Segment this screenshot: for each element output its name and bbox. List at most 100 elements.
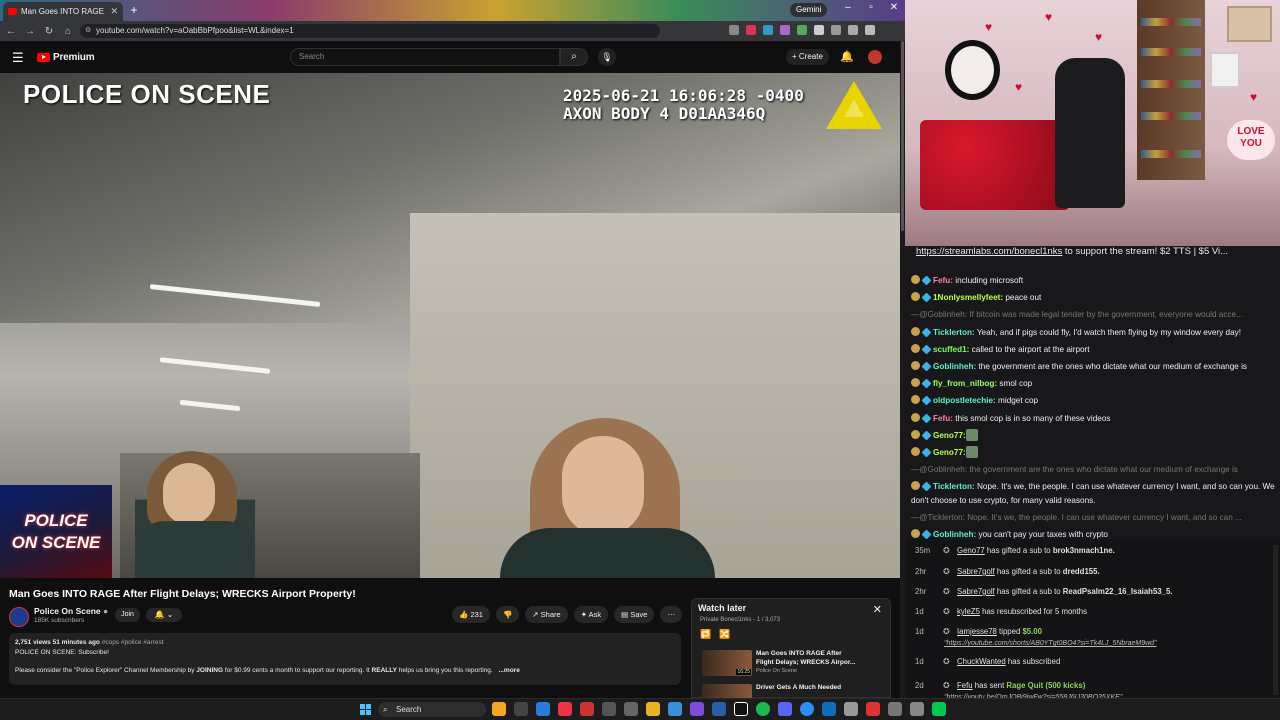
activity-user[interactable]: Sabre7golf [957, 567, 995, 576]
activity-scrollbar[interactable] [1273, 545, 1278, 695]
site-info-icon[interactable]: ⚙ [85, 24, 91, 38]
taskbar-app-icon[interactable] [822, 702, 836, 716]
channel-name[interactable]: Police On Scene ● [34, 606, 108, 616]
taskbar-search[interactable]: ⌕ Search [378, 702, 486, 717]
chat-username[interactable]: Fefu: [933, 276, 953, 285]
youtube-logo[interactable]: Premium [37, 52, 95, 63]
reload-icon[interactable]: ↻ [41, 26, 57, 37]
chrome-icon[interactable] [558, 702, 572, 716]
activity-user[interactable]: Fefu [957, 681, 973, 690]
discord-icon[interactable] [778, 702, 792, 716]
taskbar-app-icon[interactable] [844, 702, 858, 716]
activity-user[interactable]: Iamjesse78 [957, 627, 997, 636]
activity-user[interactable]: kyleZ5 [957, 607, 980, 616]
chat-username[interactable]: Fefu: [933, 414, 953, 423]
chat-username[interactable]: Geno77: [933, 448, 966, 457]
video-player[interactable]: POLICE ON SCENE 2025-06-21 16:06:28 -040… [0, 73, 900, 578]
task-view-icon[interactable] [514, 702, 528, 716]
back-icon[interactable]: ← [3, 26, 19, 37]
extension-icon[interactable] [780, 25, 790, 35]
search-input[interactable]: Search [290, 48, 560, 66]
activity-target: dredd155. [1062, 567, 1100, 576]
join-button[interactable]: Join [115, 608, 140, 622]
subscriber-badge-icon [921, 481, 932, 492]
channel-avatar[interactable] [9, 607, 29, 627]
chat-emote-icon [965, 445, 978, 458]
menu-icon[interactable]: ☰ [12, 50, 24, 66]
activity-user[interactable]: Geno77 [957, 546, 985, 555]
profile-icon[interactable] [865, 25, 875, 35]
streamlabs-link[interactable]: https://streamlabs.com/bonecl1nks [916, 246, 1062, 257]
file-explorer-icon[interactable] [646, 702, 660, 716]
taskbar-app-icon[interactable] [492, 702, 506, 716]
chat-username[interactable]: 1Nonlysmellyfeet: [933, 293, 1003, 302]
activity-user[interactable]: Sabre7golf [957, 587, 995, 596]
share-button[interactable]: ↗ Share [525, 606, 568, 623]
taskbar-app-icon[interactable] [668, 702, 682, 716]
chat-username[interactable]: Ticklerton: [933, 328, 975, 337]
extension-icon[interactable] [797, 25, 807, 35]
taskbar-app-icon[interactable] [602, 702, 616, 716]
playlist-item[interactable]: Driver Gets A Much Needed [702, 684, 882, 698]
forward-icon[interactable]: → [22, 26, 38, 37]
description-box[interactable]: 2,751 views 51 minutes ago #cops #police… [9, 633, 681, 685]
loop-icon[interactable]: 🔁 [700, 629, 711, 640]
like-button[interactable]: 👍 231 [452, 606, 490, 623]
show-more-link[interactable]: ...more [499, 667, 520, 674]
taskbar-app-icon[interactable] [932, 702, 946, 716]
chat-username[interactable]: scuffed1: [933, 345, 969, 354]
save-button[interactable]: ▤ Save [614, 606, 655, 623]
maximize-icon[interactable]: ▫ [861, 2, 881, 13]
url-field[interactable]: ⚙ youtube.com/watch?v=aOabBbPfpoo&list=W… [80, 24, 660, 38]
search-icon[interactable]: ⌕ [560, 48, 588, 66]
chat-username[interactable]: fly_from_nilbog: [933, 379, 997, 388]
microphone-icon[interactable]: 🎙 [598, 48, 616, 66]
extension-icon[interactable] [763, 25, 773, 35]
windows-start-icon[interactable] [360, 704, 371, 715]
taskbar-app-icon[interactable] [800, 702, 814, 716]
close-tab-icon[interactable]: ✕ [110, 6, 118, 17]
taskbar-app-icon[interactable] [624, 702, 638, 716]
taskbar-app-icon[interactable] [910, 702, 924, 716]
notifications-icon[interactable]: 🔔 [840, 50, 854, 63]
channel-watermark: POLICE ON SCENE [0, 485, 112, 578]
minimize-icon[interactable]: – [838, 2, 858, 13]
steam-icon[interactable] [712, 702, 726, 716]
chat-username[interactable]: oldpostletechie: [933, 396, 996, 405]
shuffle-icon[interactable]: 🔀 [719, 629, 730, 640]
chat-username[interactable]: Geno77: [933, 431, 966, 440]
extension-icon[interactable] [746, 25, 756, 35]
obs-icon[interactable] [734, 702, 748, 716]
hashtags[interactable]: #cops #police #arrest [102, 639, 164, 646]
chat-username[interactable]: Ticklerton: [933, 482, 975, 491]
close-playlist-icon[interactable]: ✕ [873, 603, 882, 616]
taskbar-app-icon[interactable] [690, 702, 704, 716]
edge-icon[interactable] [536, 702, 550, 716]
activity-user[interactable]: ChuckWanted [957, 657, 1006, 666]
extension-icon[interactable] [729, 25, 739, 35]
taskbar-app-icon[interactable] [866, 702, 880, 716]
downloads-icon[interactable] [848, 25, 858, 35]
chat-username[interactable]: Goblinheh: [933, 362, 976, 371]
gemini-button[interactable]: Gemini [790, 3, 828, 17]
taskbar-app-icon[interactable] [888, 702, 902, 716]
home-icon[interactable]: ⌂ [60, 26, 76, 37]
bodycam-timestamp: 2025-06-21 16:06:28 -0400 AXON BODY 4 D0… [563, 87, 804, 123]
spotify-icon[interactable] [756, 702, 770, 716]
extensions-puzzle-icon[interactable] [831, 25, 841, 35]
account-avatar[interactable] [868, 50, 882, 64]
activity-type-icon: ✪ [943, 657, 950, 666]
subscribe-bell-button[interactable]: 🔔 ⌄ [146, 608, 182, 622]
browser-tab[interactable]: Man Goes INTO RAGE After ✕ [3, 2, 123, 21]
activity-link[interactable]: "https://youtube.com/shorts/AB0YTgt0BO4?… [944, 638, 1157, 650]
extension-icon[interactable] [814, 25, 824, 35]
more-actions-icon[interactable]: ⋯ [660, 606, 682, 623]
new-tab-icon[interactable]: + [127, 3, 141, 17]
create-button[interactable]: + Create [786, 49, 829, 65]
chrome-profile-icon[interactable] [580, 702, 594, 716]
ask-button[interactable]: ✦ Ask [573, 606, 609, 623]
playlist-item[interactable]: 16:25 Man Goes INTO RAGE After Flight De… [702, 650, 882, 676]
chat-username[interactable]: Goblinheh: [933, 530, 976, 539]
dislike-button[interactable]: 👎 [495, 606, 520, 623]
close-window-icon[interactable]: ✕ [884, 2, 904, 13]
